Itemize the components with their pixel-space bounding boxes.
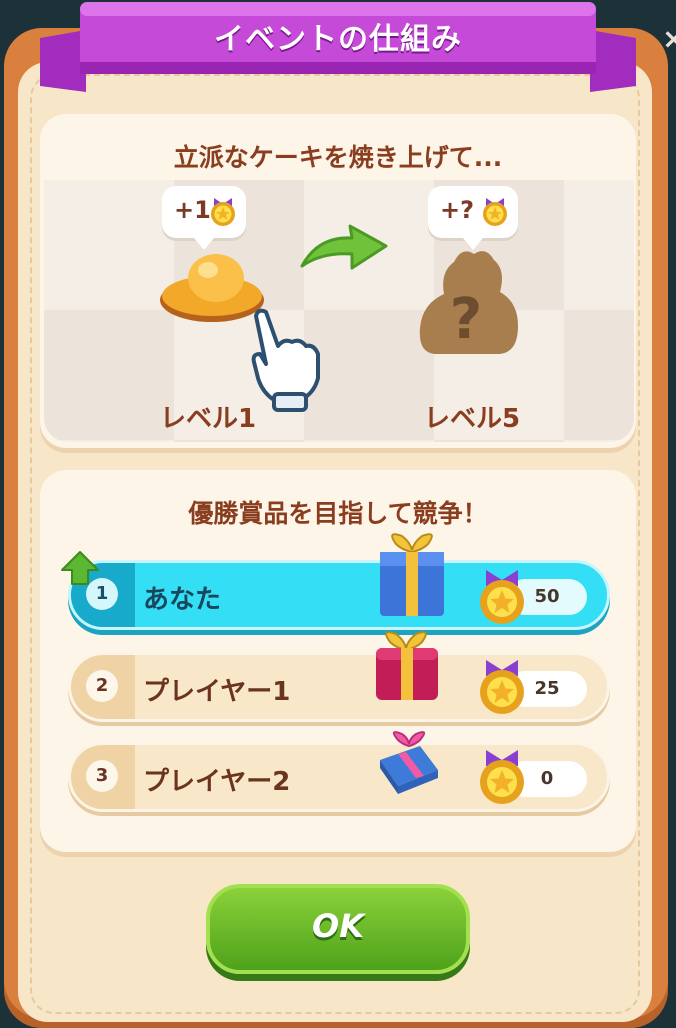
star-medal-icon: [480, 570, 524, 624]
level-label-left: レベル1: [160, 404, 257, 434]
star-medal-icon: [211, 198, 235, 226]
player-name: プレイヤー2: [143, 767, 291, 797]
bake-card-title: 立派なケーキを焼き上げて...: [173, 143, 503, 172]
reward-amount-right: +?: [440, 196, 475, 224]
rank-cell: 2: [71, 655, 135, 719]
reward-amount-left: +1: [174, 196, 211, 224]
rank-cell: 3: [71, 745, 135, 809]
svg-text:?: ?: [450, 287, 482, 352]
rank-number: 3: [86, 760, 118, 792]
compete-card-title: 優勝賞品を目指して競争！: [188, 499, 488, 528]
pointing-hand-icon: [251, 308, 320, 412]
reward-bubble-right: +?: [428, 186, 518, 250]
level-label-right: レベル5: [424, 404, 521, 434]
blue-gift-icon: [380, 533, 444, 616]
small-blue-gift-icon: [380, 731, 438, 794]
ok-button[interactable]: OK: [206, 884, 470, 974]
rank-number: 2: [86, 670, 118, 702]
star-medal-icon: [480, 660, 524, 714]
dialog-title: イベントの仕組み: [214, 22, 462, 57]
player-name: プレイヤー1: [143, 677, 291, 707]
green-arrow-icon: [300, 224, 388, 270]
score-value: 25: [534, 678, 560, 699]
score-value: 50: [534, 586, 560, 607]
star-medal-icon: [480, 750, 524, 804]
mystery-cake-icon: ?: [419, 251, 518, 354]
rank-up-arrow-icon: [61, 551, 99, 585]
star-medal-icon: [483, 198, 507, 226]
checker-background: [44, 180, 634, 442]
player-name: あなた: [143, 585, 222, 615]
red-gift-icon: [376, 631, 438, 700]
reward-bubble-left: +1: [162, 186, 246, 250]
score-value: 0: [540, 768, 554, 789]
ok-button-label: OK: [312, 907, 364, 945]
close-icon[interactable]: ×: [662, 25, 676, 53]
